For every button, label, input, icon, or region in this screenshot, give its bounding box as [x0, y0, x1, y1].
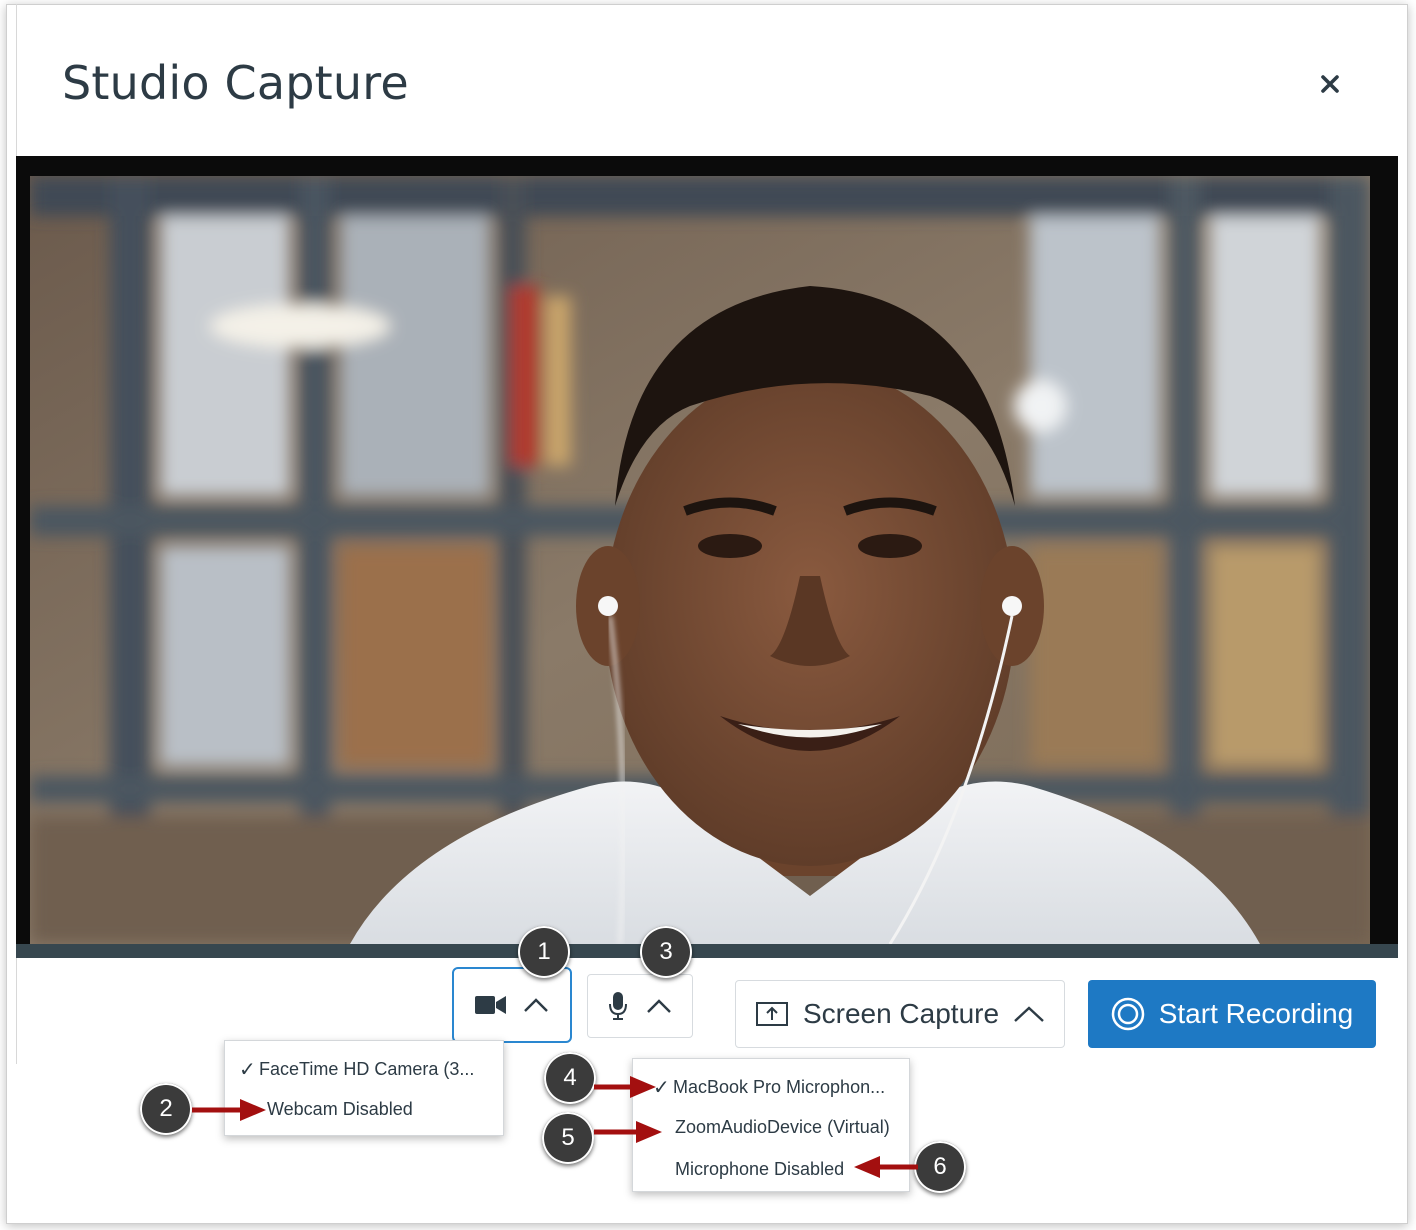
screen-capture-button[interactable]: Screen Capture	[735, 980, 1065, 1048]
camera-menu-item-label: Webcam Disabled	[267, 1099, 413, 1119]
camera-menu-item[interactable]: Webcam Disabled	[267, 1099, 413, 1120]
microphone-select-button[interactable]	[587, 974, 693, 1038]
microphone-menu-item-label: Microphone Disabled	[675, 1159, 845, 1179]
callout-badge: 6	[914, 1141, 966, 1193]
start-recording-label: Start Recording	[1158, 998, 1354, 1029]
callout-badge: 5	[542, 1112, 594, 1164]
microphone-menu-item[interactable]: ZoomAudioDevice (Virtual)	[675, 1117, 890, 1138]
webcam-preview-image	[30, 176, 1370, 944]
callout-badge: 3	[640, 926, 692, 978]
screen-share-icon	[755, 1002, 788, 1026]
callout-badge: 2	[140, 1083, 192, 1135]
microphone-icon	[609, 992, 627, 1020]
camera-menu-item[interactable]: ✓ FaceTime HD Camera (3...	[239, 1057, 474, 1082]
video-preview-frame	[16, 156, 1398, 956]
callout-badge: 4	[544, 1052, 596, 1104]
dialog-title: Studio Capture	[62, 56, 409, 110]
camera-menu-item-label: FaceTime HD Camera (3...	[259, 1059, 475, 1079]
chevron-up-icon	[524, 998, 548, 1012]
chevron-up-icon	[1014, 1006, 1044, 1022]
start-recording-button[interactable]: Start Recording	[1088, 980, 1376, 1048]
arrow-right-icon	[192, 1099, 266, 1121]
arrow-right-icon	[594, 1121, 662, 1143]
checkmark-icon: ✓	[239, 1059, 256, 1081]
video-toolbar-strip	[16, 944, 1398, 958]
callout-badge: 1	[518, 926, 570, 978]
microphone-menu-item[interactable]: ✓ MacBook Pro Microphon...	[653, 1075, 885, 1100]
screen-capture-label: Screen Capture	[802, 998, 1000, 1029]
video-camera-icon	[475, 996, 506, 1014]
arrow-right-icon	[594, 1076, 656, 1098]
microphone-menu-item[interactable]: Microphone Disabled	[675, 1159, 844, 1180]
arrow-left-icon	[854, 1156, 918, 1178]
close-button[interactable]	[1312, 66, 1348, 102]
camera-select-button[interactable]	[452, 967, 572, 1043]
close-icon	[1321, 75, 1339, 93]
record-icon	[1111, 997, 1144, 1031]
microphone-menu-item-label: ZoomAudioDevice (Virtual)	[675, 1117, 890, 1137]
chevron-up-icon	[647, 999, 671, 1013]
microphone-menu-item-label: MacBook Pro Microphon...	[673, 1077, 886, 1097]
